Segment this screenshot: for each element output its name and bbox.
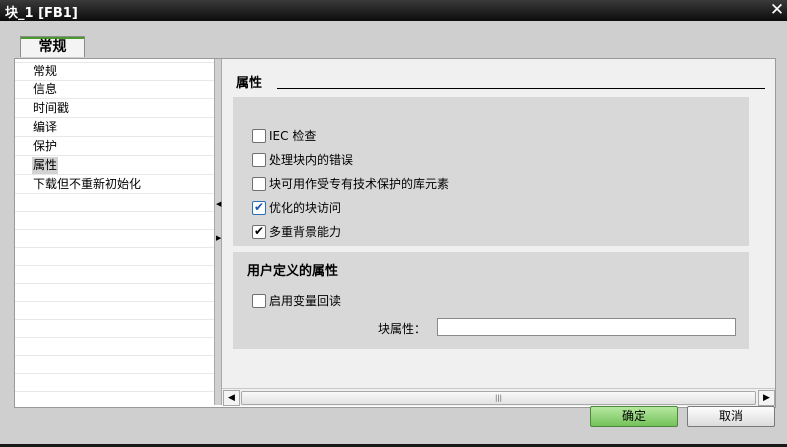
section-rule <box>277 88 765 89</box>
nav-item-download-without-reinit[interactable]: 下载但不重新初始化 <box>33 176 141 193</box>
enable-readback-checkbox[interactable] <box>252 294 266 308</box>
scroll-right-icon[interactable]: ▶ <box>758 390 775 406</box>
title-bar: 块_1 [FB1] ✕ <box>0 0 787 21</box>
nav-divider <box>15 136 214 137</box>
horizontal-scrollbar[interactable]: ◀ ||| ▶ <box>222 388 775 406</box>
close-icon[interactable]: ✕ <box>767 0 787 21</box>
iec-check-label: IEC 检查 <box>269 129 317 143</box>
nav-divider <box>15 337 214 338</box>
nav-divider <box>15 247 214 248</box>
nav-divider <box>15 319 214 320</box>
nav-divider <box>15 193 214 194</box>
section-title: 属性 <box>236 76 263 91</box>
nav-divider <box>15 174 214 175</box>
user-section-title: 用户定义的属性 <box>247 264 339 279</box>
nav-item-compile[interactable]: 编译 <box>33 119 57 136</box>
multi-instance-label: 多重背景能力 <box>269 225 342 239</box>
handle-errors-label: 处理块内的错误 <box>269 153 354 167</box>
nav-divider <box>15 229 214 230</box>
nav-list: 常规 信息 时间戳 编译 保护 属性 下载但不重新初始化 <box>15 59 214 405</box>
tab-general[interactable]: 常规 <box>20 36 85 57</box>
know-how-library-checkbox[interactable] <box>252 177 266 191</box>
block-property-input[interactable] <box>437 318 736 336</box>
window-title: 块_1 [FB1] <box>5 6 78 21</box>
tab-strip: 常规 <box>2 33 783 58</box>
optimized-access-checkbox[interactable]: ✔ <box>252 200 266 215</box>
nav-item-attributes[interactable]: 属性 <box>32 157 59 174</box>
checkmark-icon: ✔ <box>253 200 265 214</box>
nav-divider <box>15 211 214 212</box>
know-how-library-label: 块可用作受专有技术保护的库元素 <box>269 177 450 191</box>
expand-right-icon[interactable]: ▶ <box>216 234 221 242</box>
nav-item-general[interactable]: 常规 <box>33 63 57 80</box>
nav-item-info[interactable]: 信息 <box>33 81 57 98</box>
nav-divider <box>15 155 214 156</box>
nav-divider <box>15 355 214 356</box>
iec-check-checkbox[interactable] <box>252 129 266 143</box>
nav-divider <box>15 301 214 302</box>
nav-divider <box>15 265 214 266</box>
scroll-left-icon[interactable]: ◀ <box>223 390 240 406</box>
nav-divider <box>15 283 214 284</box>
handle-errors-checkbox[interactable] <box>252 153 266 167</box>
nav-divider <box>15 391 214 392</box>
nav-item-timestamp[interactable]: 时间戳 <box>33 100 69 117</box>
dialog-body: 常规 常规 信息 时间戳 编译 保护 属性 下载但不重新初始化 ◀ ▶ 属性 I… <box>0 21 787 447</box>
cancel-button[interactable]: 取消 <box>687 406 775 427</box>
multi-instance-checkbox[interactable]: ✔ <box>252 224 266 239</box>
optimized-access-label: 优化的块访问 <box>269 201 342 215</box>
attributes-group: IEC 检查 处理块内的错误 块可用作受专有技术保护的库元素 ✔ 优化的块访问 … <box>233 97 749 246</box>
scroll-thumb[interactable]: ||| <box>241 391 756 405</box>
nav-divider <box>15 98 214 99</box>
block-property-label: 块属性： <box>378 322 427 336</box>
content-area: 属性 IEC 检查 处理块内的错误 块可用作受专有技术保护的库元素 ✔ 优化的块… <box>222 59 775 406</box>
nav-item-protection[interactable]: 保护 <box>33 138 57 155</box>
checkmark-icon: ✔ <box>253 224 265 238</box>
ok-button[interactable]: 确定 <box>590 406 678 427</box>
enable-readback-label: 启用变量回读 <box>269 294 342 308</box>
properties-pane: 常规 信息 时间戳 编译 保护 属性 下载但不重新初始化 ◀ ▶ 属性 IEC … <box>14 58 776 408</box>
pane-splitter[interactable]: ◀ ▶ <box>214 59 222 405</box>
user-attributes-group: 用户定义的属性 启用变量回读 块属性： <box>233 252 749 349</box>
nav-divider <box>15 373 214 374</box>
collapse-left-icon[interactable]: ◀ <box>216 200 221 208</box>
nav-divider <box>15 117 214 118</box>
